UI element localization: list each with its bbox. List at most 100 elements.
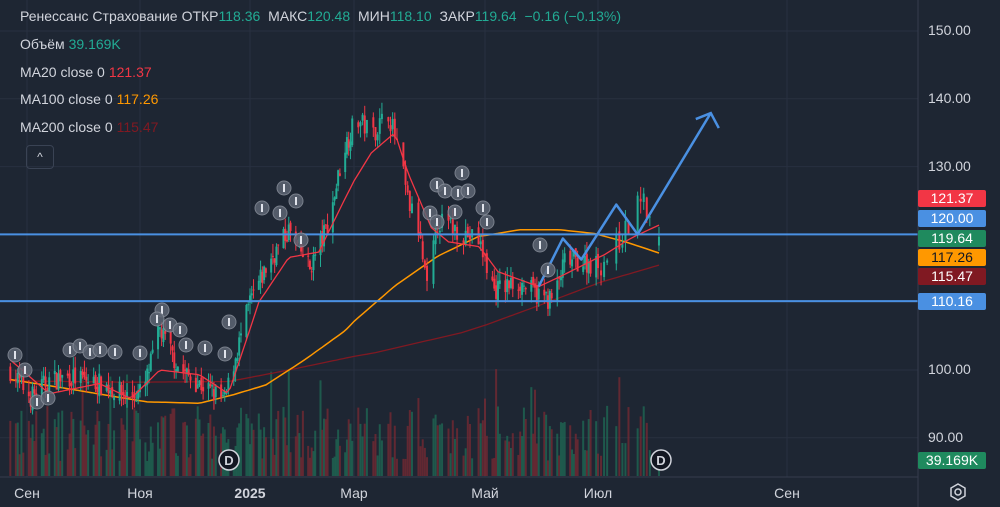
volume-bar bbox=[337, 429, 340, 476]
candle-body bbox=[94, 374, 97, 390]
volume-bar bbox=[120, 418, 123, 476]
price-tag: 117.26 bbox=[918, 249, 986, 266]
candle-body bbox=[522, 285, 525, 287]
candle-body bbox=[331, 202, 334, 233]
event-info-glyph bbox=[539, 241, 541, 249]
candle-body bbox=[275, 246, 278, 265]
candle-body bbox=[543, 289, 546, 296]
volume-bar bbox=[522, 407, 525, 476]
event-info-glyph bbox=[228, 318, 230, 326]
volume-bar bbox=[118, 460, 121, 476]
volume-bar bbox=[504, 440, 507, 476]
candle-body bbox=[196, 384, 199, 389]
candle-body bbox=[207, 382, 210, 389]
volume-legend[interactable]: Объём 39.169K bbox=[20, 36, 125, 52]
volume-bar bbox=[194, 418, 197, 476]
volume-bar bbox=[171, 408, 174, 476]
candle-body bbox=[214, 386, 217, 398]
volume-bar bbox=[498, 433, 501, 476]
candle-body bbox=[363, 115, 366, 134]
volume-bar bbox=[207, 422, 210, 476]
ma200-legend[interactable]: MA200 close 0 115.47 bbox=[20, 119, 162, 135]
volume-bar bbox=[624, 443, 627, 476]
event-info-glyph bbox=[295, 197, 297, 205]
ma20-label: MA20 close 0 bbox=[20, 64, 105, 80]
candle-body bbox=[182, 364, 185, 374]
volume-bar bbox=[376, 455, 379, 476]
volume-bar bbox=[509, 448, 512, 476]
candle-body bbox=[349, 141, 352, 151]
volume-bar bbox=[137, 413, 140, 476]
volume-bar bbox=[447, 428, 450, 476]
volume-bar bbox=[87, 430, 90, 476]
volume-bar bbox=[48, 453, 51, 476]
time-tick-label: Июл bbox=[583, 485, 613, 501]
candle-body bbox=[421, 241, 424, 260]
candle-body bbox=[408, 191, 411, 212]
candle-body bbox=[438, 230, 441, 233]
candle-body bbox=[257, 280, 260, 290]
candle-body bbox=[83, 371, 86, 378]
trend-drawing[interactable] bbox=[537, 111, 720, 288]
volume-bar bbox=[270, 371, 273, 476]
candle-body bbox=[259, 269, 262, 283]
event-info-glyph bbox=[139, 349, 141, 357]
price-tag: 119.64 bbox=[918, 230, 986, 247]
candle-body bbox=[113, 397, 116, 401]
candle-body bbox=[68, 373, 71, 387]
collapse-legend-button[interactable]: ^ bbox=[26, 145, 54, 169]
candle-body bbox=[98, 373, 101, 397]
volume-bar bbox=[9, 420, 12, 476]
ma100-legend[interactable]: MA100 close 0 117.26 bbox=[20, 91, 162, 107]
ma20-line bbox=[9, 133, 660, 399]
horizontal-levels[interactable] bbox=[0, 233, 918, 303]
event-info-glyph bbox=[457, 189, 459, 197]
volume-bar bbox=[284, 417, 287, 476]
volume-bar bbox=[277, 410, 280, 476]
price-tag: 115.47 bbox=[918, 268, 986, 285]
candle-body bbox=[263, 266, 266, 281]
price-tag: 110.16 bbox=[918, 293, 986, 310]
candle-body bbox=[639, 198, 642, 202]
volume-bar bbox=[410, 411, 413, 476]
volume-bar bbox=[326, 408, 329, 476]
volume-bar bbox=[532, 433, 535, 476]
volume-bar bbox=[408, 410, 411, 476]
volume-bar bbox=[359, 423, 362, 476]
volume-bar bbox=[574, 433, 577, 476]
volume-bar bbox=[365, 408, 368, 476]
volume-bar bbox=[252, 429, 255, 476]
candle-body bbox=[521, 282, 524, 295]
volume-bar bbox=[212, 426, 215, 476]
volume-bar bbox=[307, 445, 310, 476]
candle-body bbox=[96, 386, 99, 393]
candle-body bbox=[187, 369, 190, 376]
event-info-glyph bbox=[156, 315, 158, 323]
event-info-glyph bbox=[467, 187, 469, 195]
event-info-glyph bbox=[279, 209, 281, 217]
settings-icon[interactable] bbox=[948, 482, 968, 502]
price-tick-label: 90.00 bbox=[928, 428, 964, 445]
volume-bar bbox=[259, 429, 262, 476]
volume-bar bbox=[33, 440, 36, 476]
ma20-legend[interactable]: MA20 close 0 121.37 bbox=[20, 64, 156, 80]
volume-bar bbox=[453, 438, 456, 476]
candle-body bbox=[462, 240, 465, 243]
event-info-glyph bbox=[114, 348, 116, 356]
volume-bar bbox=[389, 412, 392, 476]
volume-bar bbox=[308, 457, 311, 476]
candle-body bbox=[426, 265, 429, 281]
event-markers[interactable]: DD bbox=[7, 165, 672, 471]
candle-body bbox=[111, 387, 114, 397]
candle-body bbox=[277, 244, 280, 246]
volume-bar bbox=[434, 414, 437, 476]
candle-body bbox=[338, 173, 341, 176]
volume-bar bbox=[582, 420, 585, 476]
volume-bar bbox=[157, 422, 160, 476]
volume-bar bbox=[323, 418, 326, 476]
volume-bar bbox=[496, 406, 499, 476]
volume-bar bbox=[55, 427, 58, 476]
candle-body bbox=[391, 118, 394, 130]
candle-body bbox=[524, 287, 527, 290]
volume-bar bbox=[349, 423, 352, 476]
